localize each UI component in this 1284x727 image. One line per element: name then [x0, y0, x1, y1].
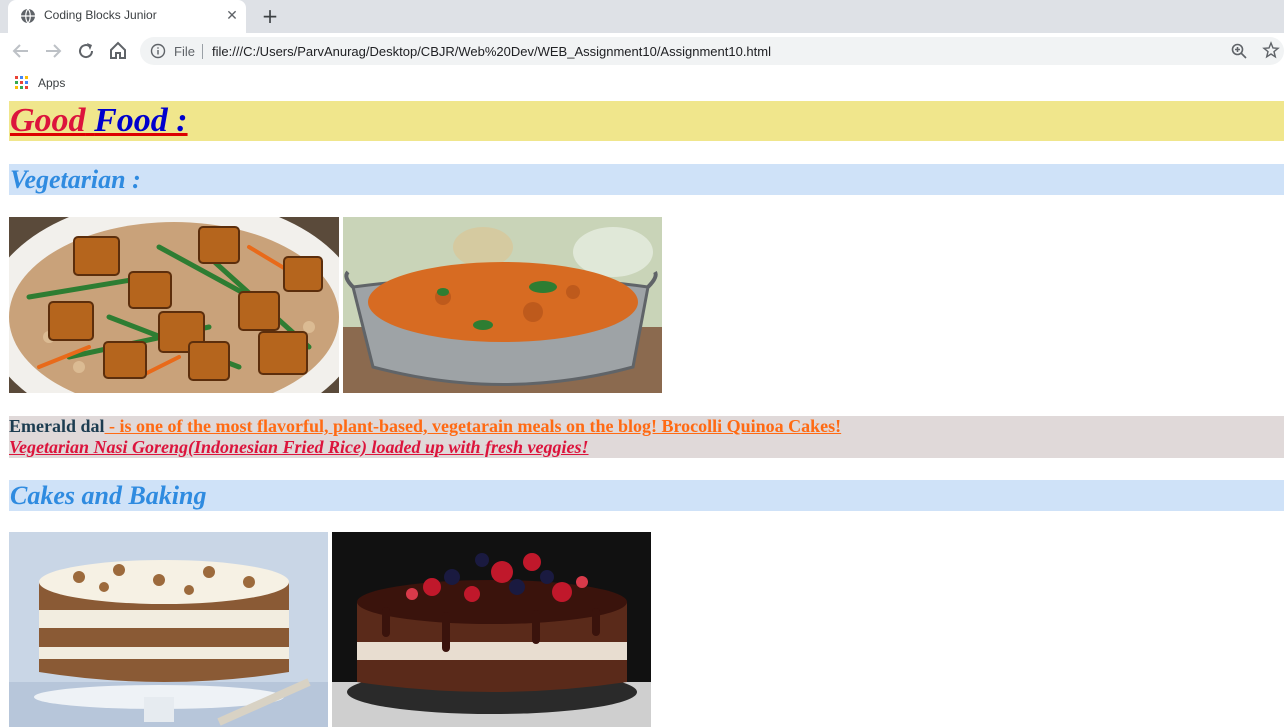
forward-icon[interactable]	[41, 39, 65, 63]
tofu-stir-fry-image	[9, 217, 339, 393]
info-icon[interactable]	[150, 43, 166, 59]
browser-toolbar: File file:///C:/Users/ParvAnurag/Desktop…	[0, 33, 1284, 69]
title-word-food: Food :	[94, 102, 188, 139]
tab-title: Coding Blocks Junior	[44, 8, 157, 22]
close-tab-icon[interactable]: ✕	[224, 8, 240, 24]
dal-curry-image	[343, 217, 662, 393]
scheme-label: File	[174, 44, 195, 59]
bookmark-star-icon[interactable]	[1262, 41, 1280, 59]
description-text[interactable]: - is one of the most flavorful, plant-ba…	[105, 416, 841, 436]
food-description: Emerald dal - is one of the most flavorf…	[9, 416, 1284, 458]
page-content: Good Food : Vegetarian : Emerald dal - i…	[0, 97, 1284, 727]
page-title: Good Food :	[9, 101, 1284, 141]
carrot-cake-image	[9, 532, 328, 727]
apps-bookmark[interactable]: Apps	[38, 76, 65, 90]
new-tab-button[interactable]: +	[259, 5, 281, 27]
url-text[interactable]: file:///C:/Users/ParvAnurag/Desktop/CBJR…	[212, 44, 771, 59]
browser-tab[interactable]: Coding Blocks Junior ✕	[8, 0, 246, 33]
bookmarks-bar: Apps	[0, 69, 1284, 97]
omnibox-separator	[202, 44, 203, 59]
apps-grid-icon[interactable]	[15, 76, 28, 89]
description-name: Emerald dal	[9, 416, 105, 436]
section-heading-cakes: Cakes and Baking	[9, 480, 1284, 511]
description-line-2[interactable]: Vegetarian Nasi Goreng(Indonesian Fried …	[9, 437, 1284, 458]
zoom-icon[interactable]	[1230, 42, 1248, 60]
section-heading-vegetarian: Vegetarian :	[9, 164, 1284, 195]
title-word-good: Good	[10, 102, 86, 139]
reload-icon[interactable]	[74, 39, 98, 63]
address-bar[interactable]: File file:///C:/Users/ParvAnurag/Desktop…	[140, 37, 1284, 65]
chocolate-berry-cake-image	[332, 532, 651, 727]
back-icon[interactable]	[9, 39, 33, 63]
globe-icon	[20, 8, 36, 24]
home-icon[interactable]	[106, 39, 130, 63]
tab-strip: Coding Blocks Junior ✕ +	[0, 0, 1284, 33]
